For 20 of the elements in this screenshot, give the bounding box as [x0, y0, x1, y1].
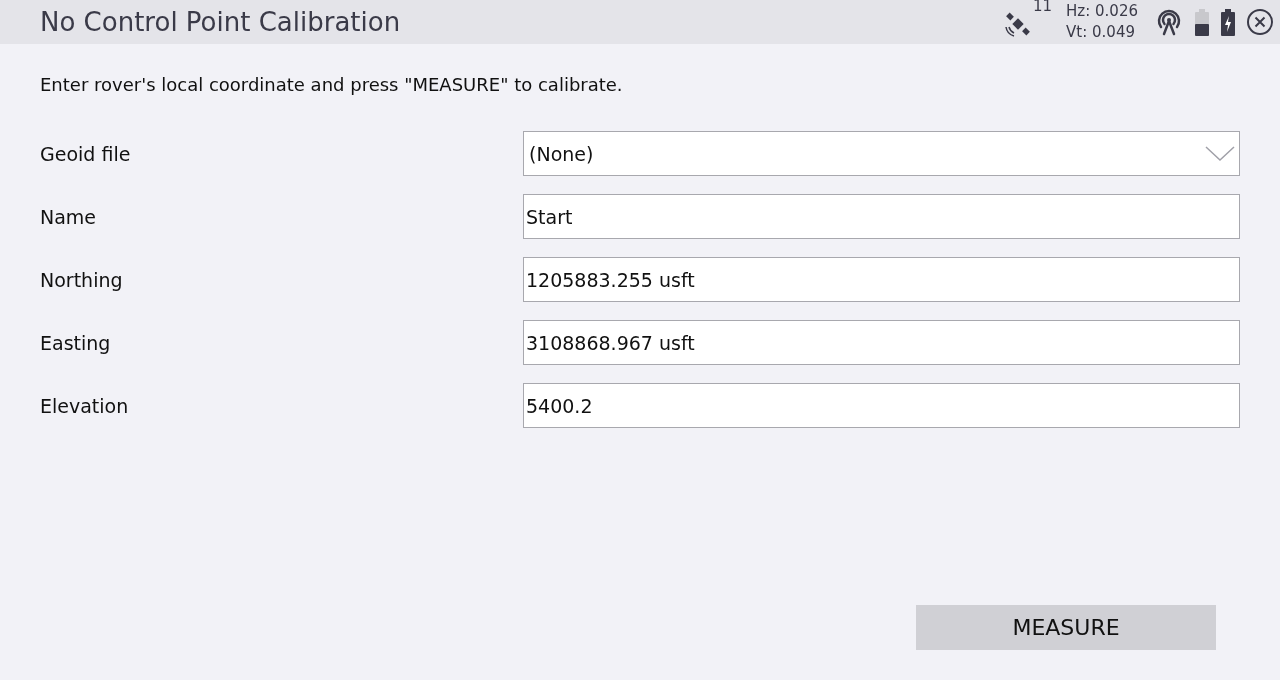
field-label: Geoid file [40, 142, 131, 165]
dropdown-field[interactable]: (None) [523, 131, 1240, 176]
field-label: Easting [40, 331, 111, 354]
horizontal-precision: Hz: 0.026 [1066, 1, 1138, 22]
battery-icon[interactable] [1194, 7, 1210, 37]
vertical-precision: Vt: 0.049 [1066, 22, 1136, 43]
measure-button[interactable]: MEASURE [916, 605, 1216, 650]
instruction-text: Enter rover's local coordinate and press "MEASURE" to calibrate. [40, 74, 624, 97]
input-field[interactable]: Start [523, 194, 1240, 239]
input-field[interactable]: 5400.2 [523, 383, 1240, 428]
charging-battery-icon[interactable] [1220, 7, 1236, 37]
field-label: Name [40, 205, 97, 228]
satellite-count: 11 [1033, 0, 1053, 15]
field-label: Northing [40, 268, 123, 291]
caret-icon [1205, 145, 1235, 162]
close-icon[interactable] [1246, 8, 1274, 36]
input-field[interactable]: 1205883.255 usft [523, 257, 1240, 302]
field-label: Elevation [40, 394, 129, 417]
window-title: No Control Point Calibration [40, 7, 401, 37]
input-field[interactable]: 3108868.967 usft [523, 320, 1240, 365]
